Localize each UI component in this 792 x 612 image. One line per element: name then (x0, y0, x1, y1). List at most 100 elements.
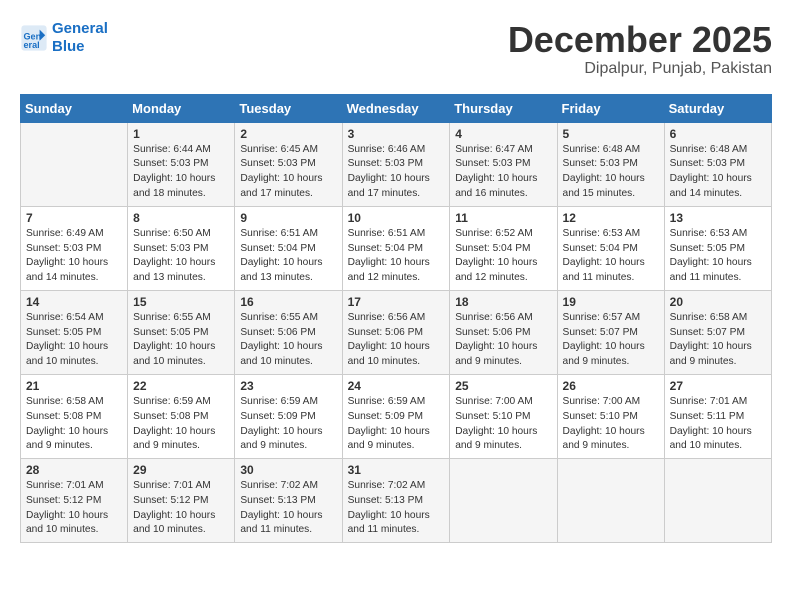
day-info: Sunrise: 7:01 AM Sunset: 5:11 PM Dayligh… (670, 395, 766, 454)
calendar-cell: 16Sunrise: 6:55 AM Sunset: 5:06 PM Dayli… (235, 290, 342, 374)
day-number: 30 (240, 463, 336, 477)
day-info: Sunrise: 6:55 AM Sunset: 5:05 PM Dayligh… (133, 311, 229, 370)
calendar-cell: 13Sunrise: 6:53 AM Sunset: 5:05 PM Dayli… (664, 206, 771, 290)
day-info: Sunrise: 6:54 AM Sunset: 5:05 PM Dayligh… (26, 311, 122, 370)
calendar-cell: 3 Sunrise: 6:46 AM Sunset: 5:03 PM Daylig… (342, 122, 450, 206)
logo: Gen eral General Blue (20, 20, 108, 56)
weekday-header-friday: Friday (557, 94, 664, 122)
day-number: 16 (240, 295, 336, 309)
day-info: Sunrise: 6:44 AM Sunset: 5:03 PM Dayligh… (133, 143, 229, 202)
calendar-week-row: 28 Sunrise: 7:01 AM Sunset: 5:12 PM Dayli… (21, 459, 772, 543)
logo-icon: Gen eral (20, 24, 48, 52)
day-info: Sunrise: 6:57 AM Sunset: 5:07 PM Dayligh… (563, 311, 659, 370)
day-number: 23 (240, 379, 336, 393)
calendar-cell: 1 Sunrise: 6:44 AM Sunset: 5:03 PM Daylig… (128, 122, 235, 206)
weekday-header-sunday: Sunday (21, 94, 128, 122)
calendar-cell (664, 459, 771, 543)
calendar-cell (21, 122, 128, 206)
day-number: 9 (240, 211, 336, 225)
day-info: Sunrise: 6:58 AM Sunset: 5:08 PM Dayligh… (26, 395, 122, 454)
day-number: 4 (455, 127, 551, 141)
day-info: Sunrise: 6:59 AM Sunset: 5:09 PM Dayligh… (240, 395, 336, 454)
day-number: 24 (348, 379, 445, 393)
day-info: Sunrise: 6:58 AM Sunset: 5:07 PM Dayligh… (670, 311, 766, 370)
day-number: 22 (133, 379, 229, 393)
day-info: Sunrise: 6:56 AM Sunset: 5:06 PM Dayligh… (455, 311, 551, 370)
weekday-header-wednesday: Wednesday (342, 94, 450, 122)
day-info: Sunrise: 6:50 AM Sunset: 5:03 PM Dayligh… (133, 227, 229, 286)
calendar-cell: 24Sunrise: 6:59 AM Sunset: 5:09 PM Dayli… (342, 374, 450, 458)
day-number: 18 (455, 295, 551, 309)
day-number: 7 (26, 211, 122, 225)
calendar-table: SundayMondayTuesdayWednesdayThursdayFrid… (20, 94, 772, 544)
weekday-header-row: SundayMondayTuesdayWednesdayThursdayFrid… (21, 94, 772, 122)
day-number: 27 (670, 379, 766, 393)
calendar-cell: 11 Sunrise: 6:52 AM Sunset: 5:04 PM Dayli… (450, 206, 557, 290)
calendar-cell: 17Sunrise: 6:56 AM Sunset: 5:06 PM Dayli… (342, 290, 450, 374)
day-info: Sunrise: 6:48 AM Sunset: 5:03 PM Dayligh… (670, 143, 766, 202)
calendar-cell: 15 Sunrise: 6:55 AM Sunset: 5:05 PM Dayli… (128, 290, 235, 374)
calendar-cell: 4 Sunrise: 6:47 AM Sunset: 5:03 PM Daylig… (450, 122, 557, 206)
day-number: 15 (133, 295, 229, 309)
calendar-cell: 19 Sunrise: 6:57 AM Sunset: 5:07 PM Dayli… (557, 290, 664, 374)
calendar-cell (557, 459, 664, 543)
day-number: 14 (26, 295, 122, 309)
calendar-cell: 21 Sunrise: 6:58 AM Sunset: 5:08 PM Dayli… (21, 374, 128, 458)
day-number: 6 (670, 127, 766, 141)
day-number: 10 (348, 211, 445, 225)
day-number: 1 (133, 127, 229, 141)
calendar-cell: 28 Sunrise: 7:01 AM Sunset: 5:12 PM Dayli… (21, 459, 128, 543)
calendar-week-row: 1 Sunrise: 6:44 AM Sunset: 5:03 PM Daylig… (21, 122, 772, 206)
day-number: 2 (240, 127, 336, 141)
day-number: 12 (563, 211, 659, 225)
weekday-header-monday: Monday (128, 94, 235, 122)
day-number: 11 (455, 211, 551, 225)
day-number: 3 (348, 127, 445, 141)
day-info: Sunrise: 6:46 AM Sunset: 5:03 PM Dayligh… (348, 143, 445, 202)
calendar-cell: 6 Sunrise: 6:48 AM Sunset: 5:03 PM Daylig… (664, 122, 771, 206)
page-header: Gen eral General Blue December 2025 Dipa… (20, 20, 772, 78)
day-info: Sunrise: 6:52 AM Sunset: 5:04 PM Dayligh… (455, 227, 551, 286)
day-number: 28 (26, 463, 122, 477)
calendar-cell: 22Sunrise: 6:59 AM Sunset: 5:08 PM Dayli… (128, 374, 235, 458)
calendar-cell: 12 Sunrise: 6:53 AM Sunset: 5:04 PM Dayli… (557, 206, 664, 290)
calendar-cell: 9Sunrise: 6:51 AM Sunset: 5:04 PM Daylig… (235, 206, 342, 290)
location: Dipalpur, Punjab, Pakistan (508, 60, 772, 78)
calendar-cell: 18 Sunrise: 6:56 AM Sunset: 5:06 PM Dayli… (450, 290, 557, 374)
logo-text: General Blue (52, 20, 108, 56)
calendar-cell (450, 459, 557, 543)
calendar-week-row: 14 Sunrise: 6:54 AM Sunset: 5:05 PM Dayli… (21, 290, 772, 374)
day-info: Sunrise: 6:48 AM Sunset: 5:03 PM Dayligh… (563, 143, 659, 202)
calendar-cell: 20Sunrise: 6:58 AM Sunset: 5:07 PM Dayli… (664, 290, 771, 374)
calendar-week-row: 7 Sunrise: 6:49 AM Sunset: 5:03 PM Daylig… (21, 206, 772, 290)
day-info: Sunrise: 7:02 AM Sunset: 5:13 PM Dayligh… (348, 479, 445, 538)
calendar-body: 1 Sunrise: 6:44 AM Sunset: 5:03 PM Daylig… (21, 122, 772, 543)
calendar-cell: 23 Sunrise: 6:59 AM Sunset: 5:09 PM Dayli… (235, 374, 342, 458)
svg-text:eral: eral (24, 40, 40, 50)
weekday-header-tuesday: Tuesday (235, 94, 342, 122)
day-number: 25 (455, 379, 551, 393)
day-info: Sunrise: 7:00 AM Sunset: 5:10 PM Dayligh… (563, 395, 659, 454)
day-info: Sunrise: 6:49 AM Sunset: 5:03 PM Dayligh… (26, 227, 122, 286)
calendar-cell: 25Sunrise: 7:00 AM Sunset: 5:10 PM Dayli… (450, 374, 557, 458)
calendar-cell: 31 Sunrise: 7:02 AM Sunset: 5:13 PM Dayli… (342, 459, 450, 543)
calendar-cell: 10 Sunrise: 6:51 AM Sunset: 5:04 PM Dayli… (342, 206, 450, 290)
day-info: Sunrise: 6:53 AM Sunset: 5:04 PM Dayligh… (563, 227, 659, 286)
day-info: Sunrise: 6:47 AM Sunset: 5:03 PM Dayligh… (455, 143, 551, 202)
day-number: 31 (348, 463, 445, 477)
day-info: Sunrise: 7:01 AM Sunset: 5:12 PM Dayligh… (133, 479, 229, 538)
calendar-cell: 26Sunrise: 7:00 AM Sunset: 5:10 PM Dayli… (557, 374, 664, 458)
calendar-header: SundayMondayTuesdayWednesdayThursdayFrid… (21, 94, 772, 122)
day-info: Sunrise: 6:51 AM Sunset: 5:04 PM Dayligh… (348, 227, 445, 286)
day-info: Sunrise: 7:02 AM Sunset: 5:13 PM Dayligh… (240, 479, 336, 538)
day-info: Sunrise: 6:45 AM Sunset: 5:03 PM Dayligh… (240, 143, 336, 202)
day-number: 21 (26, 379, 122, 393)
calendar-cell: 2 Sunrise: 6:45 AM Sunset: 5:03 PM Daylig… (235, 122, 342, 206)
day-info: Sunrise: 7:01 AM Sunset: 5:12 PM Dayligh… (26, 479, 122, 538)
calendar-cell: 14 Sunrise: 6:54 AM Sunset: 5:05 PM Dayli… (21, 290, 128, 374)
day-number: 29 (133, 463, 229, 477)
day-number: 19 (563, 295, 659, 309)
calendar-cell: 5Sunrise: 6:48 AM Sunset: 5:03 PM Daylig… (557, 122, 664, 206)
weekday-header-thursday: Thursday (450, 94, 557, 122)
month-title: December 2025 (508, 20, 772, 60)
